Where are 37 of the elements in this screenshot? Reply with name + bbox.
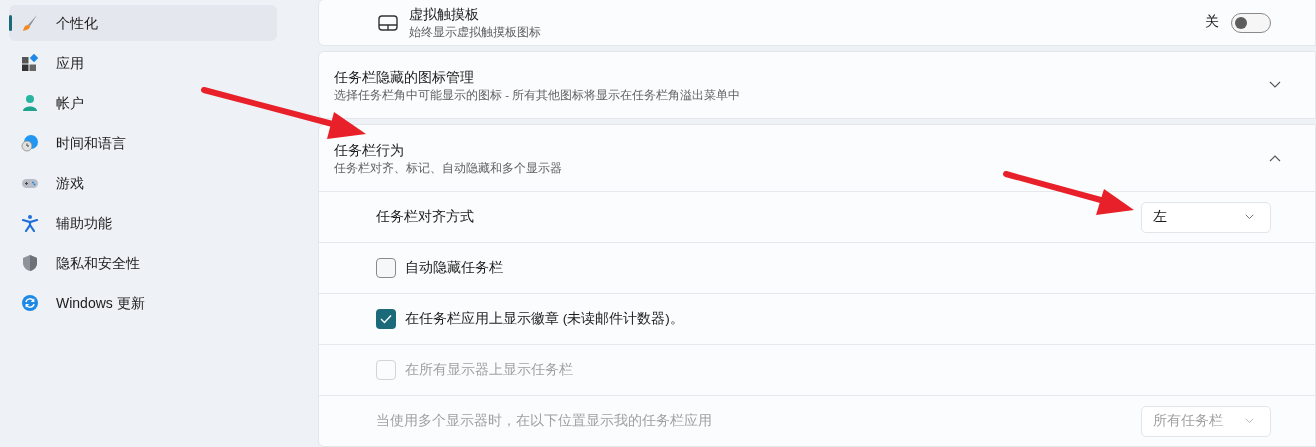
checkbox[interactable] bbox=[376, 309, 396, 329]
toggle-state-label: 关 bbox=[1205, 13, 1219, 32]
apps-icon bbox=[21, 54, 39, 72]
setting-title: 虚拟触摸板 bbox=[409, 5, 480, 24]
sidebar-item[interactable]: Windows 更新 bbox=[9, 285, 277, 321]
checkbox[interactable] bbox=[376, 258, 396, 278]
setting-description: 任务栏对齐、标记、自动隐藏和多个显示器 bbox=[334, 160, 563, 176]
chevron-down-icon bbox=[1245, 418, 1254, 424]
checkbox-label: 在任务栏应用上显示徽章 (未读邮件计数器)。 bbox=[405, 309, 684, 328]
setting-title: 任务栏隐藏的图标管理 bbox=[334, 68, 475, 87]
setting-description: 选择任务栏角中可能显示的图标 - 所有其他图标将显示在任务栏角溢出菜单中 bbox=[334, 87, 742, 103]
sidebar-item[interactable]: 个性化 bbox=[9, 5, 277, 41]
update-icon bbox=[21, 294, 39, 312]
checkbox-label: 在所有显示器上显示任务栏 bbox=[405, 360, 573, 379]
globe-clock-icon bbox=[21, 134, 39, 152]
touchpad-icon bbox=[378, 14, 398, 31]
selection-indicator bbox=[9, 15, 12, 31]
checkmark-icon bbox=[380, 314, 392, 324]
setting-label: 当使用多个显示器时，在以下位置显示我的任务栏应用 bbox=[376, 411, 713, 430]
sidebar-item[interactable]: 隐私和安全性 bbox=[9, 245, 277, 281]
sidebar-item[interactable]: 时间和语言 bbox=[9, 125, 277, 161]
sidebar-item[interactable]: 帐户 bbox=[9, 85, 277, 121]
checkbox-label: 自动隐藏任务栏 bbox=[405, 258, 503, 277]
setting-description: 始终显示虚拟触摸板图标 bbox=[409, 24, 542, 40]
sidebar-item[interactable]: 游戏 bbox=[9, 165, 277, 201]
setting-label: 任务栏对齐方式 bbox=[376, 207, 475, 226]
accessibility-icon bbox=[21, 214, 39, 232]
sidebar-item[interactable]: 辅助功能 bbox=[9, 205, 277, 241]
dropdown[interactable]: 左 bbox=[1141, 201, 1271, 233]
setting-title: 任务栏行为 bbox=[334, 141, 405, 160]
person-icon bbox=[21, 94, 39, 112]
sidebar-item[interactable]: 应用 bbox=[9, 45, 277, 81]
toggle-switch[interactable] bbox=[1231, 12, 1271, 33]
chevron-down-icon bbox=[1269, 81, 1281, 89]
chevron-down-icon bbox=[1245, 214, 1254, 220]
shield-icon bbox=[21, 254, 39, 272]
chevron-up-icon bbox=[1269, 154, 1281, 162]
